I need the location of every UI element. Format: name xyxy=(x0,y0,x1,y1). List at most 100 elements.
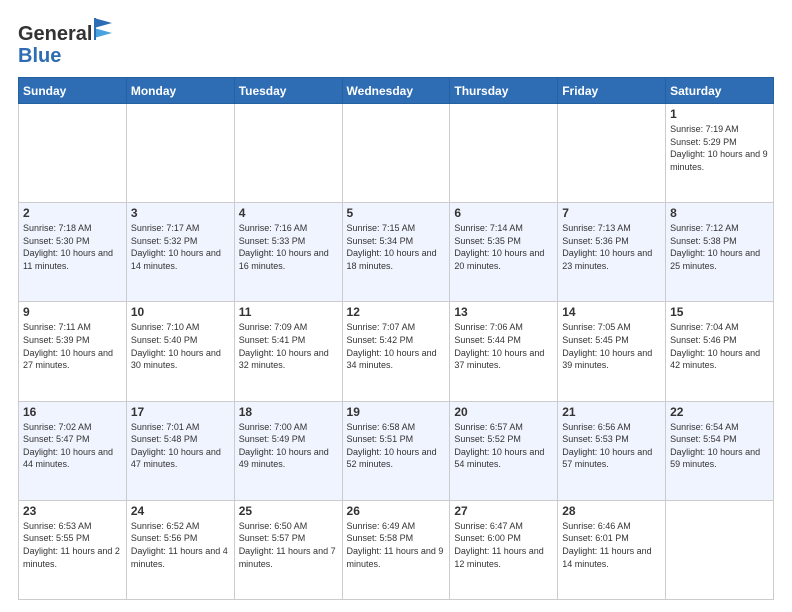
weekday-header-wednesday: Wednesday xyxy=(342,78,450,104)
logo: General Blue xyxy=(18,18,112,67)
day-info: Sunrise: 7:10 AM Sunset: 5:40 PM Dayligh… xyxy=(131,321,230,371)
day-number: 10 xyxy=(131,305,230,319)
calendar-cell: 4 Sunrise: 7:16 AM Sunset: 5:33 PM Daylig… xyxy=(234,203,342,302)
day-number: 6 xyxy=(454,206,553,220)
calendar-week-row: 23 Sunrise: 6:53 AM Sunset: 5:55 PM Dayli… xyxy=(19,500,774,599)
calendar-cell: 23 Sunrise: 6:53 AM Sunset: 5:55 PM Dayli… xyxy=(19,500,127,599)
day-info: Sunrise: 6:54 AM Sunset: 5:54 PM Dayligh… xyxy=(670,421,769,471)
calendar-cell xyxy=(234,104,342,203)
calendar-cell xyxy=(450,104,558,203)
weekday-header-tuesday: Tuesday xyxy=(234,78,342,104)
calendar-cell: 2 Sunrise: 7:18 AM Sunset: 5:30 PM Daylig… xyxy=(19,203,127,302)
day-number: 21 xyxy=(562,405,661,419)
calendar-table: SundayMondayTuesdayWednesdayThursdayFrid… xyxy=(18,77,774,600)
day-number: 1 xyxy=(670,107,769,121)
calendar-cell: 22 Sunrise: 6:54 AM Sunset: 5:54 PM Dayli… xyxy=(666,401,774,500)
day-info: Sunrise: 7:09 AM Sunset: 5:41 PM Dayligh… xyxy=(239,321,338,371)
calendar-cell: 18Sunrise: 7:00 AM Sunset: 5:49 PM Dayli… xyxy=(234,401,342,500)
calendar-cell: 1 Sunrise: 7:19 AM Sunset: 5:29 PM Daylig… xyxy=(666,104,774,203)
day-number: 7 xyxy=(562,206,661,220)
calendar-cell: 7 Sunrise: 7:13 AM Sunset: 5:36 PM Daylig… xyxy=(558,203,666,302)
calendar-week-row: 16 Sunrise: 7:02 AM Sunset: 5:47 PM Dayli… xyxy=(19,401,774,500)
day-info: Sunrise: 7:04 AM Sunset: 5:46 PM Dayligh… xyxy=(670,321,769,371)
calendar-cell xyxy=(666,500,774,599)
calendar-cell: 13 Sunrise: 7:06 AM Sunset: 5:44 PM Dayli… xyxy=(450,302,558,401)
day-number: 26 xyxy=(347,504,446,518)
day-number: 13 xyxy=(454,305,553,319)
page: General Blue SundayMondayTuesdayWednesda… xyxy=(0,0,792,612)
calendar-cell: 9 Sunrise: 7:11 AM Sunset: 5:39 PM Daylig… xyxy=(19,302,127,401)
calendar-week-row: 2 Sunrise: 7:18 AM Sunset: 5:30 PM Daylig… xyxy=(19,203,774,302)
calendar-cell: 3 Sunrise: 7:17 AM Sunset: 5:32 PM Daylig… xyxy=(126,203,234,302)
calendar-cell: 10 Sunrise: 7:10 AM Sunset: 5:40 PM Dayli… xyxy=(126,302,234,401)
calendar-cell: 12Sunrise: 7:07 AM Sunset: 5:42 PM Dayli… xyxy=(342,302,450,401)
day-info: Sunrise: 7:12 AM Sunset: 5:38 PM Dayligh… xyxy=(670,222,769,272)
day-info: Sunrise: 6:49 AM Sunset: 5:58 PM Dayligh… xyxy=(347,520,446,570)
weekday-header-saturday: Saturday xyxy=(666,78,774,104)
day-info: Sunrise: 6:50 AM Sunset: 5:57 PM Dayligh… xyxy=(239,520,338,570)
calendar-week-row: 9 Sunrise: 7:11 AM Sunset: 5:39 PM Daylig… xyxy=(19,302,774,401)
day-number: 16 xyxy=(23,405,122,419)
day-info: Sunrise: 7:13 AM Sunset: 5:36 PM Dayligh… xyxy=(562,222,661,272)
calendar-cell: 8Sunrise: 7:12 AM Sunset: 5:38 PM Daylig… xyxy=(666,203,774,302)
day-info: Sunrise: 7:11 AM Sunset: 5:39 PM Dayligh… xyxy=(23,321,122,371)
calendar-cell: 26 Sunrise: 6:49 AM Sunset: 5:58 PM Dayli… xyxy=(342,500,450,599)
calendar-cell: 25 Sunrise: 6:50 AM Sunset: 5:57 PM Dayli… xyxy=(234,500,342,599)
calendar-cell: 14 Sunrise: 7:05 AM Sunset: 5:45 PM Dayli… xyxy=(558,302,666,401)
day-info: Sunrise: 7:14 AM Sunset: 5:35 PM Dayligh… xyxy=(454,222,553,272)
day-number: 19 xyxy=(347,405,446,419)
day-info: Sunrise: 7:06 AM Sunset: 5:44 PM Dayligh… xyxy=(454,321,553,371)
weekday-header-thursday: Thursday xyxy=(450,78,558,104)
day-info: Sunrise: 7:01 AM Sunset: 5:48 PM Dayligh… xyxy=(131,421,230,471)
day-info: Sunrise: 6:56 AM Sunset: 5:53 PM Dayligh… xyxy=(562,421,661,471)
calendar-cell: 27Sunrise: 6:47 AM Sunset: 6:00 PM Dayli… xyxy=(450,500,558,599)
day-number: 20 xyxy=(454,405,553,419)
weekday-header-sunday: Sunday xyxy=(19,78,127,104)
logo-blue-text: Blue xyxy=(18,45,61,67)
day-info: Sunrise: 7:17 AM Sunset: 5:32 PM Dayligh… xyxy=(131,222,230,272)
day-info: Sunrise: 7:16 AM Sunset: 5:33 PM Dayligh… xyxy=(239,222,338,272)
logo-flag-icon xyxy=(94,18,112,40)
day-number: 22 xyxy=(670,405,769,419)
day-number: 28 xyxy=(562,504,661,518)
day-info: Sunrise: 6:47 AM Sunset: 6:00 PM Dayligh… xyxy=(454,520,553,570)
calendar-cell: 19 Sunrise: 6:58 AM Sunset: 5:51 PM Dayli… xyxy=(342,401,450,500)
day-info: Sunrise: 7:05 AM Sunset: 5:45 PM Dayligh… xyxy=(562,321,661,371)
day-info: Sunrise: 6:58 AM Sunset: 5:51 PM Dayligh… xyxy=(347,421,446,471)
calendar-cell xyxy=(126,104,234,203)
day-number: 2 xyxy=(23,206,122,220)
calendar-cell: 21 Sunrise: 6:56 AM Sunset: 5:53 PM Dayli… xyxy=(558,401,666,500)
day-info: Sunrise: 6:57 AM Sunset: 5:52 PM Dayligh… xyxy=(454,421,553,471)
calendar-week-row: 1 Sunrise: 7:19 AM Sunset: 5:29 PM Daylig… xyxy=(19,104,774,203)
day-number: 17 xyxy=(131,405,230,419)
calendar-cell: 28Sunrise: 6:46 AM Sunset: 6:01 PM Dayli… xyxy=(558,500,666,599)
day-info: Sunrise: 7:02 AM Sunset: 5:47 PM Dayligh… xyxy=(23,421,122,471)
weekday-header-row: SundayMondayTuesdayWednesdayThursdayFrid… xyxy=(19,78,774,104)
calendar-cell: 6 Sunrise: 7:14 AM Sunset: 5:35 PM Daylig… xyxy=(450,203,558,302)
day-info: Sunrise: 6:52 AM Sunset: 5:56 PM Dayligh… xyxy=(131,520,230,570)
day-number: 18 xyxy=(239,405,338,419)
logo-general-text: General xyxy=(18,23,92,45)
day-info: Sunrise: 7:15 AM Sunset: 5:34 PM Dayligh… xyxy=(347,222,446,272)
day-number: 24 xyxy=(131,504,230,518)
calendar-cell xyxy=(342,104,450,203)
day-number: 3 xyxy=(131,206,230,220)
calendar-cell: 5 Sunrise: 7:15 AM Sunset: 5:34 PM Daylig… xyxy=(342,203,450,302)
weekday-header-friday: Friday xyxy=(558,78,666,104)
day-info: Sunrise: 6:53 AM Sunset: 5:55 PM Dayligh… xyxy=(23,520,122,570)
weekday-header-monday: Monday xyxy=(126,78,234,104)
day-number: 4 xyxy=(239,206,338,220)
day-number: 5 xyxy=(347,206,446,220)
day-info: Sunrise: 7:19 AM Sunset: 5:29 PM Dayligh… xyxy=(670,123,769,173)
calendar-cell xyxy=(558,104,666,203)
calendar-cell: 20 Sunrise: 6:57 AM Sunset: 5:52 PM Dayli… xyxy=(450,401,558,500)
day-number: 23 xyxy=(23,504,122,518)
day-number: 25 xyxy=(239,504,338,518)
calendar-cell: 16 Sunrise: 7:02 AM Sunset: 5:47 PM Dayli… xyxy=(19,401,127,500)
day-info: Sunrise: 7:18 AM Sunset: 5:30 PM Dayligh… xyxy=(23,222,122,272)
calendar-cell: 15Sunrise: 7:04 AM Sunset: 5:46 PM Dayli… xyxy=(666,302,774,401)
day-number: 9 xyxy=(23,305,122,319)
calendar-cell xyxy=(19,104,127,203)
day-number: 14 xyxy=(562,305,661,319)
header: General Blue xyxy=(18,18,774,67)
